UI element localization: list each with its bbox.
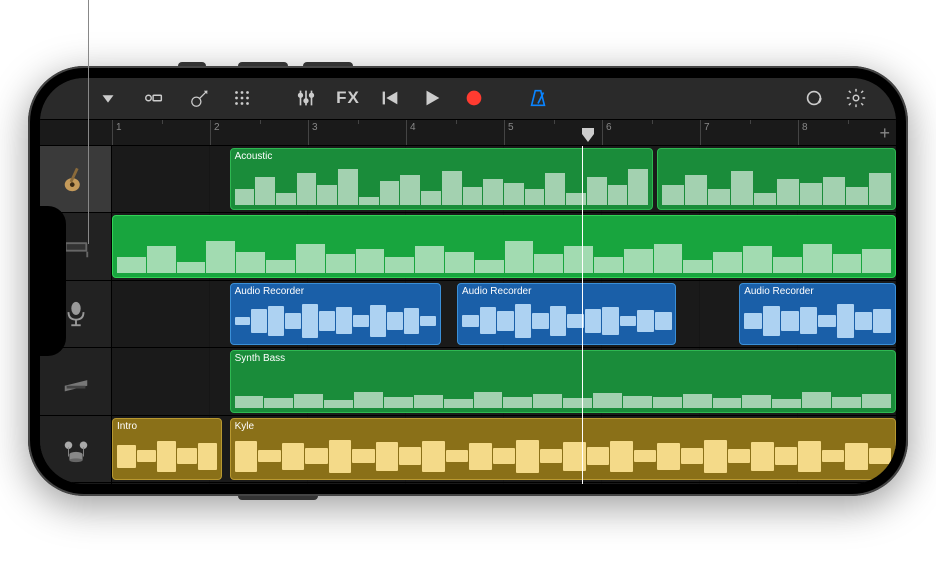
playhead[interactable] <box>582 146 583 484</box>
waveform <box>462 302 672 341</box>
ruler-bar[interactable]: 4 <box>406 120 504 145</box>
ruler-bar[interactable]: 2 <box>210 120 308 145</box>
ruler[interactable]: 1 2 3 4 5 6 7 8 + <box>40 120 896 146</box>
waveform <box>117 437 217 476</box>
phone-button <box>238 496 318 500</box>
acoustic-guitar-icon <box>61 164 91 194</box>
waveform <box>744 302 891 341</box>
phone-button <box>238 62 288 66</box>
ruler-bar[interactable]: 7 <box>700 120 798 145</box>
region-acoustic-2[interactable] <box>657 148 896 211</box>
track-header-acoustic[interactable] <box>40 146 111 214</box>
region-acoustic[interactable]: Acoustic <box>230 148 653 211</box>
track-lane[interactable]: Intro Kyle <box>112 416 896 484</box>
track-lane[interactable]: Synth Bass <box>112 348 896 416</box>
region-label: Audio Recorder <box>744 286 813 297</box>
fx-button[interactable]: FX <box>328 83 368 113</box>
synth-icon <box>61 367 91 397</box>
record-button[interactable] <box>454 83 494 113</box>
region-audio-2[interactable]: Audio Recorder <box>457 283 677 346</box>
track-header-drums[interactable] <box>40 416 111 484</box>
main-toolbar: FX <box>40 78 896 120</box>
region-synth[interactable]: Synth Bass <box>230 350 896 413</box>
region-drums-intro[interactable]: Intro <box>112 418 222 481</box>
waveform <box>235 302 437 341</box>
region-label: Acoustic <box>235 151 273 162</box>
settings-button[interactable] <box>836 83 876 113</box>
callout-line <box>88 0 89 244</box>
track-lane[interactable]: Audio Recorder Audio Recorder Audio Reco… <box>112 281 896 349</box>
region-audio-1[interactable]: Audio Recorder <box>230 283 442 346</box>
ruler-bar[interactable]: 3 <box>308 120 406 145</box>
drums-icon <box>61 434 91 464</box>
mixer-button[interactable] <box>286 83 326 113</box>
region-label: Intro <box>117 421 137 432</box>
device-notch <box>40 206 66 356</box>
ruler-bar[interactable]: 1 <box>112 120 210 145</box>
region-drums-kyle[interactable]: Kyle <box>230 418 896 481</box>
midi-content <box>117 220 891 273</box>
metronome-button[interactable] <box>518 83 558 113</box>
midi-content <box>662 165 891 206</box>
rewind-button[interactable] <box>370 83 410 113</box>
region-label: Audio Recorder <box>235 286 304 297</box>
play-button[interactable] <box>412 83 452 113</box>
region-label: Kyle <box>235 421 254 432</box>
instrument-button[interactable] <box>180 83 220 113</box>
track-lane[interactable]: Acoustic <box>112 146 896 214</box>
tracks-area: Acoustic <box>40 146 896 484</box>
region-keys[interactable] <box>112 215 896 278</box>
region-label: Audio Recorder <box>462 286 531 297</box>
ruler-bar[interactable]: 6 <box>602 120 700 145</box>
browser-button[interactable] <box>88 83 128 113</box>
phone-button <box>178 62 206 66</box>
waveform <box>235 437 891 476</box>
add-section-button[interactable]: + <box>879 123 890 144</box>
region-label: Synth Bass <box>235 353 286 364</box>
grid-button[interactable] <box>222 83 262 113</box>
track-header-synth[interactable] <box>40 348 111 416</box>
dock-button[interactable] <box>130 83 178 113</box>
region-audio-3[interactable]: Audio Recorder <box>739 283 896 346</box>
loop-button[interactable] <box>794 83 834 113</box>
playhead-marker-icon[interactable] <box>580 128 596 144</box>
midi-content <box>235 165 648 206</box>
track-lane[interactable] <box>112 213 896 281</box>
phone-frame: FX 1 2 3 <box>28 66 908 496</box>
midi-content <box>235 367 891 408</box>
app-screen: FX 1 2 3 <box>40 78 896 484</box>
track-lanes[interactable]: Acoustic <box>112 146 896 484</box>
phone-button <box>303 62 353 66</box>
